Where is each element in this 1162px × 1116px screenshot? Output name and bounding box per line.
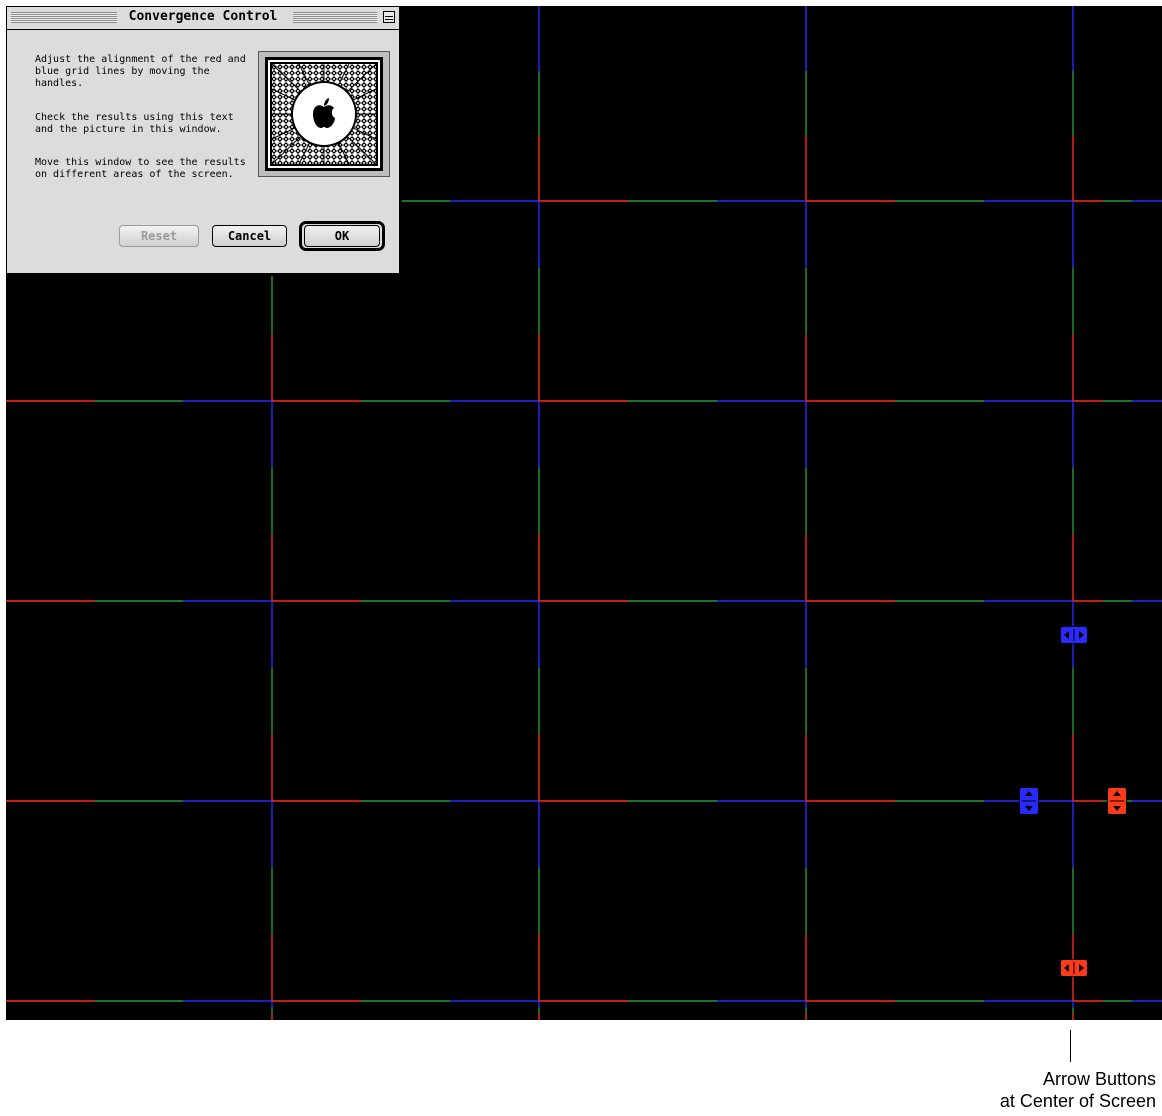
convergence-control-window[interactable]: Convergence Control Adjust the alignment…: [6, 6, 400, 274]
instruction-text-2: Check the results using this text and th…: [35, 112, 234, 135]
callout-label: Arrow Buttons at Center of Screen: [1000, 1068, 1156, 1112]
window-collapse-icon[interactable]: [383, 11, 395, 23]
window-title-bar[interactable]: Convergence Control: [7, 7, 399, 30]
ok-button[interactable]: OK: [304, 225, 380, 247]
convergence-test-picture: [258, 51, 390, 177]
red-horizontal-arrow-button[interactable]: [1060, 959, 1088, 977]
vertical-arrows-icon: [1020, 788, 1038, 814]
red-vertical-arrow-button[interactable]: [1107, 787, 1127, 815]
callout-line: [1070, 1030, 1071, 1062]
cancel-button[interactable]: Cancel: [212, 225, 287, 247]
instruction-text-1: Adjust the alignment of the red and blue…: [35, 54, 246, 89]
blue-horizontal-arrow-button[interactable]: [1060, 626, 1088, 644]
instruction-text-3: Move this window to see the results on d…: [35, 157, 246, 180]
blue-vertical-arrow-button[interactable]: [1019, 787, 1039, 815]
horizontal-arrows-icon: [1061, 960, 1087, 976]
window-title: Convergence Control: [7, 9, 399, 24]
callout-line-1: Arrow Buttons: [1042, 1069, 1156, 1089]
reset-button[interactable]: Reset: [119, 225, 199, 247]
vertical-arrows-icon: [1108, 788, 1126, 814]
horizontal-arrows-icon: [1061, 627, 1087, 643]
callout-line-2: at Center of Screen: [999, 1091, 1156, 1111]
